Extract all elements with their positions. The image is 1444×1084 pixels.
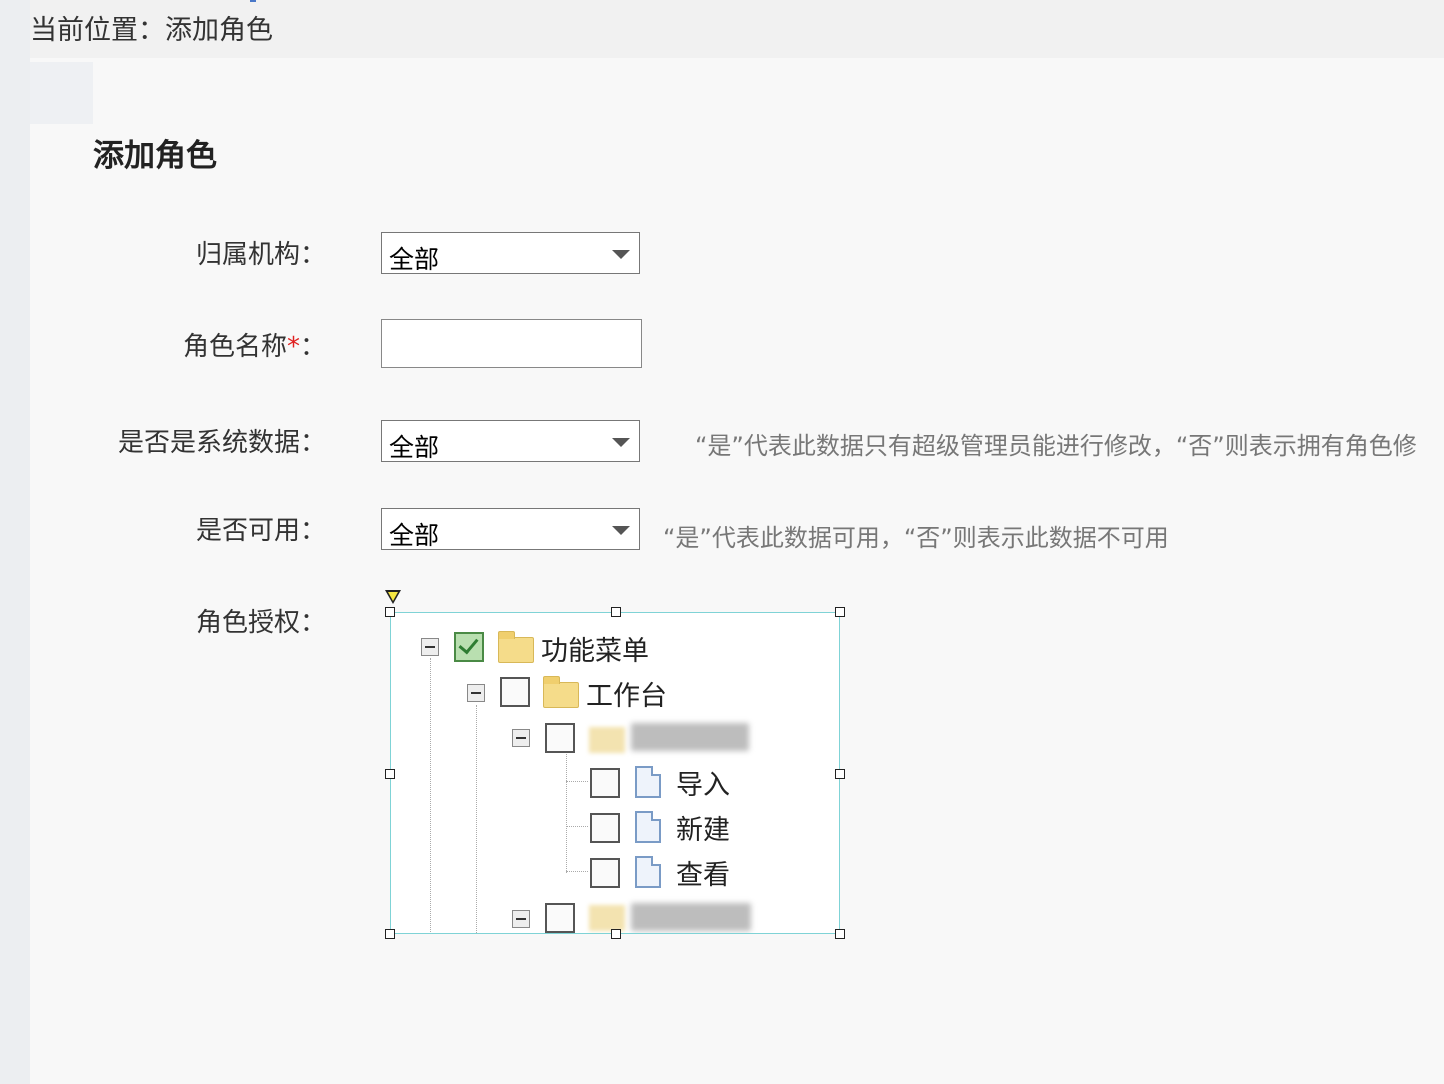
resize-handle[interactable] [611,607,621,617]
chevron-down-icon [612,526,630,535]
document-icon [635,811,661,843]
enabled-select[interactable]: 全部 [381,508,640,550]
tree-checkbox-group[interactable] [545,723,575,753]
chevron-down-icon [612,438,630,447]
resize-handle[interactable] [835,607,845,617]
role-name-label: 角色名称*： [183,326,326,363]
tree-checkbox-group2[interactable] [545,903,575,933]
tree-connector [566,781,588,782]
tree-connector [566,826,588,827]
tree-node-workbench[interactable]: 工作台 [586,674,667,713]
tree-node-new[interactable]: 新建 [676,808,730,847]
system-data-hint: “是”代表此数据只有超级管理员能进行修改，“否”则表示拥有角色修 [695,432,1417,460]
tree-connector [566,748,567,873]
tree-node-import[interactable]: 导入 [676,763,730,802]
tree-node-redacted[interactable] [631,723,749,751]
collapse-icon[interactable] [421,638,439,656]
chevron-down-icon [612,250,630,259]
folder-icon [589,727,625,753]
role-name-input[interactable] [381,319,642,368]
tree-checkbox-workbench[interactable] [500,677,530,707]
permissions-label: 角色授权： [195,608,326,638]
tab-placeholder [30,62,93,124]
anchor-marker-fill [388,592,398,601]
org-label: 归属机构： [195,240,326,270]
tree-checkbox-import[interactable] [590,768,620,798]
folder-icon [498,631,534,663]
tree-connector [566,871,588,872]
tree-connector [430,658,431,933]
system-data-label: 是否是系统数据： [117,428,326,458]
tree-node-redacted[interactable] [631,903,751,931]
org-select[interactable]: 全部 [381,232,640,274]
resize-handle[interactable] [385,607,395,617]
resize-handle[interactable] [611,929,621,939]
resize-handle[interactable] [385,929,395,939]
collapse-icon[interactable] [512,910,530,928]
role-name-label-colon: ： [299,332,326,362]
resize-handle[interactable] [835,769,845,779]
tree-checkbox-new[interactable] [590,813,620,843]
enabled-label: 是否可用： [195,516,326,546]
tree-node-root[interactable]: 功能菜单 [541,629,649,668]
permission-tree: 功能菜单 工作台 导入 新建 查看 [390,612,840,934]
collapse-icon[interactable] [467,684,485,702]
org-select-value: 全部 [389,245,440,274]
folder-icon [543,676,579,708]
enabled-select-value: 全部 [389,521,440,550]
document-icon [635,766,661,798]
resize-handle[interactable] [835,929,845,939]
resize-handle[interactable] [385,769,395,779]
tree-checkbox-root[interactable] [454,632,484,662]
role-name-label-text: 角色名称 [182,332,287,362]
tree-connector [476,705,477,933]
tree-checkbox-view[interactable] [590,858,620,888]
document-icon [635,856,661,888]
folder-icon [589,905,625,931]
tree-node-view[interactable]: 查看 [676,853,730,892]
breadcrumb: 当前位置：添加角色 [30,15,273,46]
system-data-select[interactable]: 全部 [381,420,640,462]
left-sidebar-strip [0,0,30,1084]
page-title: 添加角色 [93,138,217,174]
top-accent-mark [250,0,256,2]
collapse-icon[interactable] [512,729,530,747]
system-data-select-value: 全部 [389,433,440,462]
enabled-hint: “是”代表此数据可用，“否”则表示此数据不可用 [663,524,1169,552]
required-mark: * [286,332,300,362]
